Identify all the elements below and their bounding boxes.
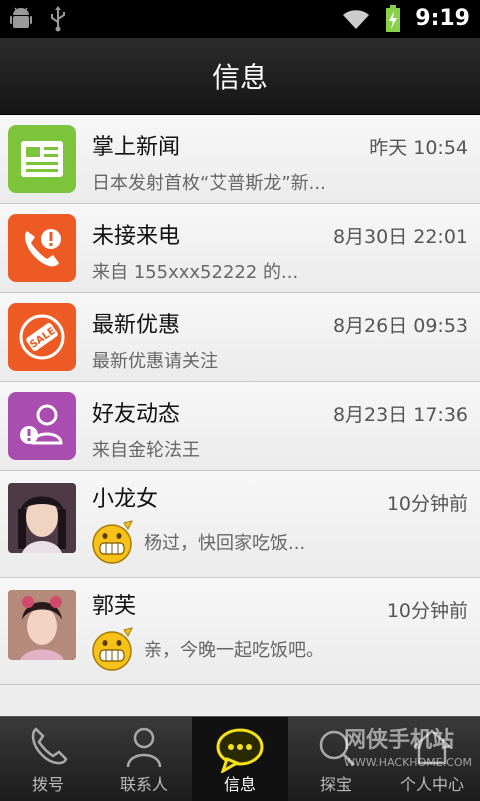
android-icon xyxy=(10,7,32,28)
sender-name: 小龙女 xyxy=(92,487,159,512)
message-time: 8月30日 22:01 xyxy=(332,226,468,248)
usb-icon xyxy=(51,6,65,32)
message-preview: 来自 155xxx52222 的... xyxy=(92,262,299,283)
message-list: 掌上新闻 昨天 10:54 日本发射首枚“艾普斯龙”新... 未接来电 8月30… xyxy=(0,115,480,685)
battery-charging-icon xyxy=(386,5,401,32)
list-item[interactable]: 郭芙 10分钟前 亲，今晚一起吃饭吧。 xyxy=(0,578,480,685)
friend-alert-icon xyxy=(8,392,76,460)
person-icon xyxy=(126,727,162,768)
watermark-url: WWW.HACKHOME.COM xyxy=(343,756,472,769)
list-item[interactable]: 好友动态 8月23日 17:36 来自金轮法王 xyxy=(0,382,480,471)
message-time: 10分钟前 xyxy=(386,493,468,515)
avatar xyxy=(8,483,76,553)
watermark-text: 网侠手机站 xyxy=(343,728,454,753)
chat-bubble-icon xyxy=(216,728,264,773)
tab-messages[interactable]: 信息 xyxy=(192,717,288,801)
message-preview: 杨过，快回家吃饭... xyxy=(144,533,306,554)
sender-name: 好友动态 xyxy=(92,402,181,427)
grin-emoji-icon xyxy=(92,520,133,564)
tab-label: 拨号 xyxy=(31,775,64,794)
message-preview: 最新优惠请关注 xyxy=(92,351,218,372)
tab-label: 探宝 xyxy=(319,775,352,794)
tab-label: 联系人 xyxy=(119,775,168,794)
phone-icon xyxy=(31,727,68,765)
message-time: 10分钟前 xyxy=(386,600,468,622)
tab-label: 个人中心 xyxy=(399,775,464,794)
message-preview: 日本发射首枚“艾普斯龙”新... xyxy=(92,173,326,194)
list-item[interactable]: 掌上新闻 昨天 10:54 日本发射首枚“艾普斯龙”新... xyxy=(0,115,480,204)
list-item[interactable]: SALE 最新优惠 8月26日 09:53 最新优惠请关注 xyxy=(0,293,480,382)
message-preview: 亲，今晚一起吃饭吧。 xyxy=(144,640,324,661)
status-bar: 9:19 xyxy=(0,0,480,38)
message-preview: 来自金轮法王 xyxy=(92,440,200,461)
list-item[interactable]: 未接来电 8月30日 22:01 来自 155xxx52222 的... xyxy=(0,204,480,293)
clock: 9:19 xyxy=(415,6,470,31)
sender-name: 掌上新闻 xyxy=(92,135,181,160)
missed-call-icon xyxy=(8,214,76,282)
wifi-icon xyxy=(343,10,370,30)
message-time: 昨天 10:54 xyxy=(369,137,468,159)
sale-tag-icon: SALE xyxy=(8,303,76,371)
header: 信息 xyxy=(0,38,480,115)
message-time: 8月23日 17:36 xyxy=(332,404,468,426)
watermark: 网侠手机站 WWW.HACKHOME.COM xyxy=(344,722,472,769)
tab-dialer[interactable]: 拨号 xyxy=(0,717,96,801)
list-item[interactable]: 小龙女 10分钟前 杨过，快回家吃饭... xyxy=(0,471,480,578)
page-title: 信息 xyxy=(211,61,268,94)
message-time: 8月26日 09:53 xyxy=(332,315,468,337)
avatar xyxy=(8,590,76,660)
sender-name: 未接来电 xyxy=(92,224,181,249)
sender-name: 郭芙 xyxy=(92,594,137,619)
tab-contacts[interactable]: 联系人 xyxy=(96,717,192,801)
news-icon xyxy=(8,125,76,193)
grin-emoji-icon xyxy=(92,627,133,671)
sender-name: 最新优惠 xyxy=(92,313,181,338)
tab-label: 信息 xyxy=(223,775,256,794)
